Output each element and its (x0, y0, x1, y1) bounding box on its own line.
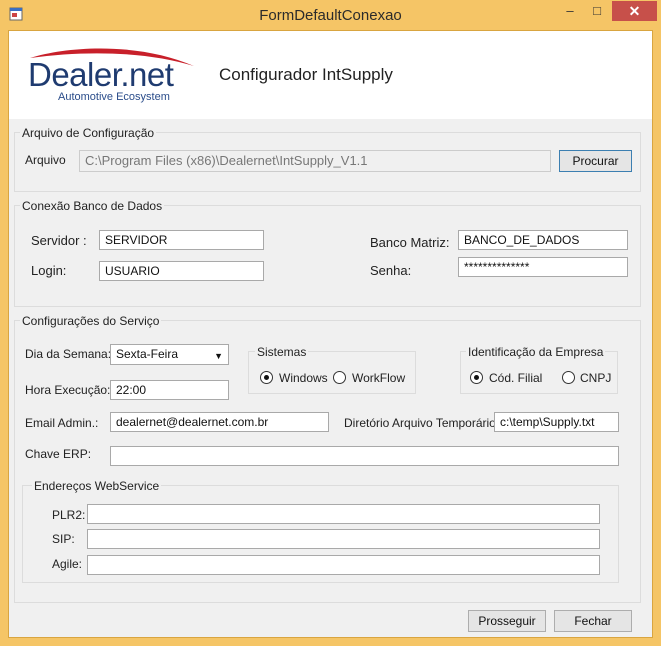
file-path-field[interactable]: C:\Program Files (x86)\Dealernet\IntSupp… (79, 150, 551, 172)
minimize-button[interactable]: – (560, 1, 580, 21)
temp-dir-label: Diretório Arquivo Temporário.: (344, 416, 503, 430)
password-input[interactable]: ************** (458, 257, 628, 277)
close-button[interactable]: Fechar (554, 610, 632, 632)
time-label: Hora Execução: (25, 383, 111, 397)
radio-workflow[interactable] (333, 371, 346, 384)
erp-key-input[interactable] (110, 446, 619, 466)
database-group (14, 205, 641, 307)
server-input[interactable]: SERVIDOR (99, 230, 264, 250)
agile-label: Agile: (52, 557, 83, 571)
weekday-label: Dia da Semana: (25, 347, 112, 361)
plr2-input[interactable] (87, 504, 600, 524)
email-label: Email Admin.: (25, 416, 99, 430)
radio-filial-code-label[interactable]: Cód. Filial (489, 371, 542, 385)
company-id-group-title: Identificação da Empresa (466, 345, 606, 359)
database-name-input[interactable]: BANCO_DE_DADOS (458, 230, 628, 250)
email-input[interactable]: dealernet@dealernet.com.br (110, 412, 329, 432)
database-group-title: Conexão Banco de Dados (20, 199, 165, 213)
database-name-label: Banco Matriz: (370, 235, 450, 250)
radio-windows-label[interactable]: Windows (279, 371, 328, 385)
sip-label: SIP: (52, 532, 75, 546)
webservice-group-title: Endereços WebService (32, 479, 162, 493)
maximize-button[interactable]: □ (587, 1, 607, 21)
page-title: Configurador IntSupply (219, 65, 393, 84)
agile-input[interactable] (87, 555, 600, 575)
erp-key-label: Chave ERP: (25, 447, 92, 461)
file-label: Arquivo (25, 153, 66, 167)
service-group-title: Configurações do Serviço (20, 314, 162, 328)
proceed-button[interactable]: Prosseguir (468, 610, 546, 632)
plr2-label: PLR2: (52, 508, 86, 522)
weekday-value: Sexta-Feira (116, 347, 179, 361)
logo-subtitle: Automotive Ecosystem (58, 91, 170, 103)
server-label: Servidor : (31, 233, 87, 248)
logo-text: Dealer.net (28, 56, 174, 93)
chevron-down-icon: ▼ (214, 351, 223, 361)
radio-cnpj[interactable] (562, 371, 575, 384)
login-label: Login: (31, 263, 67, 278)
systems-group-title: Sistemas (255, 345, 309, 359)
close-window-button[interactable]: ✕ (612, 1, 657, 21)
radio-cnpj-label[interactable]: CNPJ (580, 371, 611, 385)
weekday-select[interactable]: Sexta-Feira ▼ (110, 344, 229, 365)
sip-input[interactable] (87, 529, 600, 549)
temp-dir-input[interactable]: c:\temp\Supply.txt (494, 412, 619, 432)
time-input[interactable]: 22:00 (110, 380, 229, 400)
radio-workflow-label[interactable]: WorkFlow (352, 371, 405, 385)
login-input[interactable]: USUARIO (99, 261, 264, 281)
radio-windows[interactable] (260, 371, 273, 384)
config-file-group-title: Arquivo de Configuração (20, 126, 157, 140)
radio-filial-code[interactable] (470, 371, 483, 384)
password-label: Senha: (370, 263, 412, 278)
browse-button[interactable]: Procurar (559, 150, 632, 172)
